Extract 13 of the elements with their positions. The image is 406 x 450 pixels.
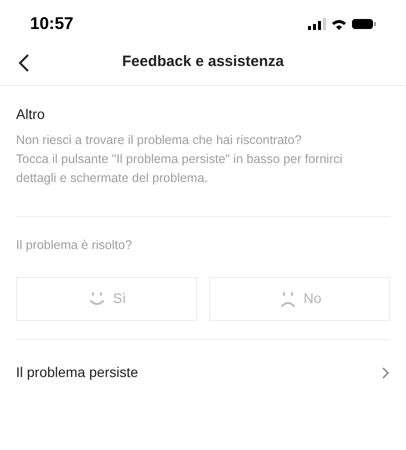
chevron-right-icon <box>382 366 390 379</box>
back-icon <box>18 53 30 73</box>
persist-row[interactable]: Il problema persiste <box>16 340 390 406</box>
page-title: Feedback e assistenza <box>122 52 284 72</box>
question-label: Il problema è risolto? <box>16 237 134 254</box>
section-title: Altro <box>16 105 46 124</box>
wifi-icon <box>332 18 346 30</box>
signal-icon <box>308 18 326 30</box>
section-description: Non riesci a trovare il problema che hai riscontrato? Tocca il pulsante "Il problema persiste" in basso per fornirci dettagli e schermate del problema. <box>16 132 344 187</box>
yes-button[interactable]: Sì <box>16 276 197 321</box>
no-button[interactable]: No <box>209 276 390 321</box>
battery-icon <box>352 19 376 29</box>
status-time: 10:57 <box>30 13 74 36</box>
